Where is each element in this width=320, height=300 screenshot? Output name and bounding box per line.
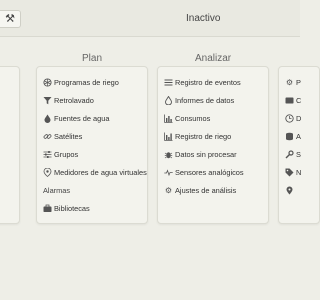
menu-item-s[interactable]: S — [285, 147, 301, 161]
menu-item-registro-de-eventos[interactable]: Registro de eventos — [164, 75, 241, 89]
menu-item-datos-sin-procesar[interactable]: Datos sin procesar — [164, 147, 237, 161]
menu-item-satelites[interactable]: Satélites — [43, 129, 82, 143]
menu-item-map[interactable] — [285, 183, 296, 197]
menu-item-consumos[interactable]: Consumos — [164, 111, 210, 125]
database-icon — [285, 132, 294, 141]
water-drop-icon — [164, 95, 173, 105]
briefcase-icon — [43, 204, 52, 213]
menu-item-bibliotecas[interactable]: Bibliotecas — [43, 201, 90, 215]
gear-icon: ⚙ — [285, 77, 294, 87]
menu-item-label: Medidores de agua virtuales — [54, 167, 147, 177]
bug-icon — [164, 150, 173, 159]
menu-item-label: Satélites — [54, 131, 83, 141]
menu-item-label: Alarmas — [43, 185, 71, 195]
menu-item-label: Sensores analógicos — [175, 167, 244, 177]
menu-item-p[interactable]: ⚙ P — [285, 75, 301, 89]
menu-item-registro-de-riego[interactable]: Registro de riego — [164, 129, 231, 143]
menu-item-label: Fuentes de agua — [54, 113, 110, 123]
filter-icon — [43, 96, 52, 105]
menu-item-label: Programas de riego — [54, 77, 119, 87]
card-icon — [285, 96, 294, 105]
bar-chart-icon — [164, 114, 173, 123]
menu-item-label: D — [296, 113, 302, 123]
menu-item-sensores-analogicos[interactable]: Sensores analógicos — [164, 165, 244, 179]
menu-item-grupos[interactable]: Grupos — [43, 147, 78, 161]
menu-item-label: Registro de eventos — [175, 77, 241, 87]
map-marker-icon — [285, 186, 294, 195]
menu-item-alarmas[interactable]: Alarmas — [43, 183, 70, 197]
link-icon — [43, 132, 52, 141]
status-label: Inactivo — [186, 13, 221, 24]
top-bar: ⚒ Inactivo — [0, 0, 300, 37]
menu-item-label: N — [296, 167, 302, 177]
menu-item-programas-de-riego[interactable]: Programas de riego — [43, 75, 119, 89]
wrench-icon — [285, 149, 294, 159]
menu-item-label: Retrolavado — [54, 95, 94, 105]
menu-item-label: A — [296, 131, 301, 141]
menu-item-n[interactable]: N — [285, 165, 301, 179]
menu-item-retrolavado[interactable]: Retrolavado — [43, 93, 94, 107]
menu-item-label: C — [296, 95, 302, 105]
meter-icon — [43, 167, 52, 177]
menu-item-label: S — [296, 149, 301, 159]
menu-item-d[interactable]: D — [285, 111, 301, 125]
clock-icon — [285, 113, 294, 123]
tag-icon — [285, 168, 294, 177]
menu-item-label: Registro de riego — [175, 131, 232, 141]
menu-item-informes-de-datos[interactable]: Informes de datos — [164, 93, 234, 107]
analizar-column-title: Analizar — [195, 53, 232, 64]
plan-panel: Programas de riego Retrolavado Fuentes d… — [36, 66, 148, 224]
menu-item-a[interactable]: A — [285, 129, 301, 143]
menu-item-medidores-de-agua-virtuales[interactable]: Medidores de agua virtuales — [43, 165, 147, 179]
gear-icon: ⚙ — [164, 185, 173, 195]
menu-item-label: Bibliotecas — [54, 203, 90, 213]
water-drop-icon — [43, 114, 52, 123]
menu-item-label: Ajustes de análisis — [175, 185, 237, 195]
configuration-panel: ⚙ P C D A S N — [278, 66, 320, 224]
sprinkler-icon — [43, 77, 52, 87]
menu-item-label: Grupos — [54, 149, 79, 159]
menu-item-label: Datos sin procesar — [175, 149, 237, 159]
tools-button[interactable]: ⚒ — [0, 10, 21, 28]
pulse-icon — [164, 168, 173, 177]
menu-item-label: Consumos — [175, 113, 211, 123]
menu-item-label: Informes de datos — [175, 95, 235, 105]
menu-item-ajustes-de-analisis[interactable]: ⚙ Ajustes de análisis — [164, 183, 236, 197]
menu-item-label: P — [296, 77, 301, 87]
list-icon — [164, 78, 173, 87]
bar-chart-icon — [164, 132, 173, 141]
menu-item-c[interactable]: C — [285, 93, 301, 107]
tools-icon: ⚒ — [5, 13, 15, 25]
sliders-icon — [43, 150, 52, 159]
plan-column-title: Plan — [82, 53, 103, 64]
left-panel — [0, 66, 20, 224]
analizar-panel: Registro de eventos Informes de datos Co… — [157, 66, 269, 224]
menu-item-fuentes-de-agua[interactable]: Fuentes de agua — [43, 111, 109, 125]
